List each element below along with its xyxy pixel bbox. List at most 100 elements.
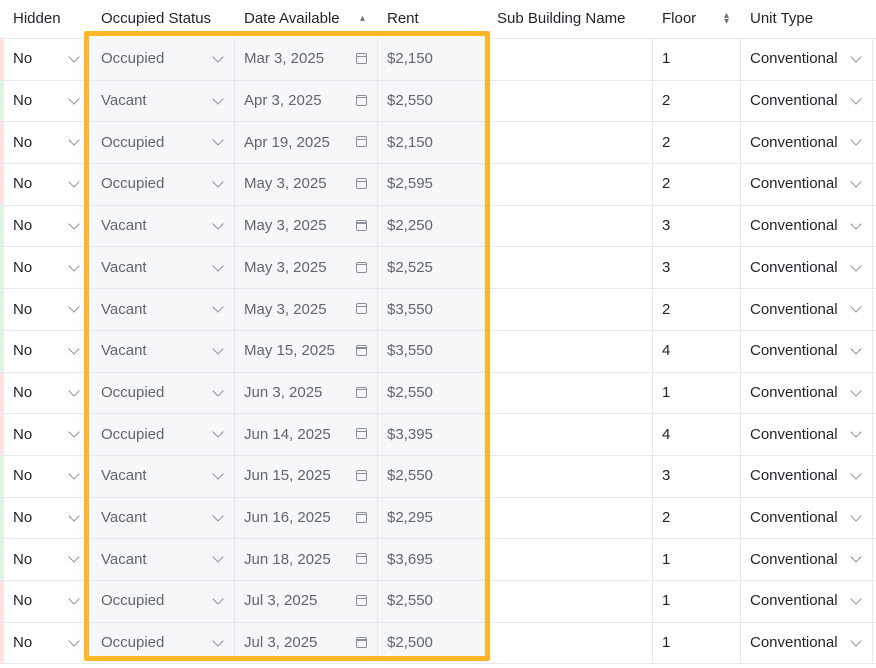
column-header-unit-type[interactable]: Unit Type	[750, 0, 813, 38]
floor-cell[interactable]: 4	[662, 330, 736, 372]
calendar-icon[interactable]	[356, 53, 367, 64]
rent-cell[interactable]: $3,550	[387, 330, 485, 372]
rent-cell[interactable]: $3,695	[387, 538, 485, 580]
sub-building-name-cell[interactable]	[497, 247, 647, 289]
floor-cell[interactable]: 2	[662, 80, 736, 122]
occupied-status-select[interactable]: Vacant	[101, 538, 233, 580]
sub-building-name-cell[interactable]	[497, 455, 647, 497]
unit-type-select[interactable]: Conventional	[750, 163, 855, 205]
column-header-hidden[interactable]: Hidden	[13, 0, 61, 38]
occupied-status-value: Vacant	[101, 550, 147, 568]
sub-building-name-cell[interactable]	[497, 38, 647, 80]
sub-building-name-cell[interactable]	[497, 413, 647, 455]
occupied-status-value: Vacant	[101, 92, 147, 110]
sub-building-name-cell[interactable]	[497, 288, 647, 330]
calendar-icon[interactable]	[356, 303, 367, 315]
occupied-status-select[interactable]: Occupied	[101, 121, 233, 163]
floor-cell[interactable]: 3	[662, 247, 736, 289]
rent-cell[interactable]: $3,550	[387, 288, 485, 330]
calendar-icon[interactable]	[356, 219, 367, 231]
rent-cell[interactable]: $2,550	[387, 455, 485, 497]
calendar-icon[interactable]	[356, 553, 367, 565]
occupied-status-select[interactable]: Occupied	[101, 163, 233, 205]
calendar-icon[interactable]	[356, 344, 367, 356]
unit-type-select[interactable]: Conventional	[750, 497, 855, 539]
rent-cell[interactable]: $2,595	[387, 163, 485, 205]
occupied-status-select[interactable]: Vacant	[101, 288, 233, 330]
rent-cell[interactable]: $2,550	[387, 80, 485, 122]
unit-type-select[interactable]: Conventional	[750, 538, 855, 580]
rent-cell[interactable]: $2,550	[387, 372, 485, 414]
column-header-rent[interactable]: Rent	[387, 0, 419, 38]
unit-type-select[interactable]: Conventional	[750, 622, 855, 664]
rent-cell[interactable]: $2,295	[387, 497, 485, 539]
calendar-icon[interactable]	[356, 94, 367, 106]
sub-building-name-cell[interactable]	[497, 121, 647, 163]
floor-cell[interactable]: 1	[662, 372, 736, 414]
floor-cell[interactable]: 3	[662, 205, 736, 247]
floor-cell[interactable]: 3	[662, 455, 736, 497]
floor-cell[interactable]: 1	[662, 580, 736, 622]
floor-cell[interactable]: 1	[662, 38, 736, 80]
rent-cell[interactable]: $2,525	[387, 247, 485, 289]
floor-cell[interactable]: 4	[662, 413, 736, 455]
column-header-date-available[interactable]: Date Available	[244, 0, 340, 38]
occupied-status-select[interactable]: Occupied	[101, 580, 233, 622]
column-header-floor[interactable]: Floor	[662, 0, 696, 38]
rent-cell[interactable]: $2,250	[387, 205, 485, 247]
floor-value: 1	[662, 50, 671, 68]
column-header-sub-building-name[interactable]: Sub Building Name	[497, 0, 625, 38]
sub-building-name-cell[interactable]	[497, 372, 647, 414]
calendar-icon[interactable]	[356, 595, 367, 607]
hidden-value: No	[13, 425, 33, 443]
status-stripe	[0, 288, 4, 330]
sort-toggle-icon[interactable]: ▴ ▾	[724, 11, 729, 27]
sub-building-name-cell[interactable]	[497, 580, 647, 622]
sort-ascending-icon[interactable]: ▴	[360, 14, 365, 24]
sub-building-name-cell[interactable]	[497, 622, 647, 664]
floor-cell[interactable]: 2	[662, 121, 736, 163]
unit-type-select[interactable]: Conventional	[750, 330, 855, 372]
floor-cell[interactable]: 1	[662, 538, 736, 580]
unit-type-select[interactable]: Conventional	[750, 80, 855, 122]
sub-building-name-cell[interactable]	[497, 205, 647, 247]
calendar-icon[interactable]	[356, 470, 367, 481]
rent-cell[interactable]: $3,395	[387, 413, 485, 455]
calendar-icon[interactable]	[356, 428, 367, 440]
column-divider	[486, 371, 487, 414]
occupied-status-select[interactable]: Occupied	[101, 413, 233, 455]
sub-building-name-cell[interactable]	[497, 497, 647, 539]
unit-type-select[interactable]: Conventional	[750, 247, 855, 289]
table-row: No Vacant Jun 16, 2025 $2,295 2 Conventional	[0, 496, 876, 540]
unit-type-select[interactable]: Conventional	[750, 413, 855, 455]
column-divider	[872, 204, 873, 247]
rent-cell[interactable]: $2,150	[387, 121, 485, 163]
calendar-icon[interactable]	[356, 178, 367, 190]
hidden-value: No	[13, 342, 33, 360]
column-header-occupied-status[interactable]: Occupied Status	[101, 0, 211, 38]
calendar-icon[interactable]	[356, 136, 367, 148]
floor-cell[interactable]: 2	[662, 497, 736, 539]
calendar-icon[interactable]	[356, 261, 367, 273]
unit-type-select[interactable]: Conventional	[750, 38, 855, 80]
floor-cell[interactable]: 1	[662, 622, 736, 664]
calendar-icon[interactable]	[356, 511, 367, 523]
sub-building-name-cell[interactable]	[497, 330, 647, 372]
floor-cell[interactable]: 2	[662, 163, 736, 205]
unit-type-select[interactable]: Conventional	[750, 455, 855, 497]
unit-type-select[interactable]: Conventional	[750, 372, 855, 414]
sub-building-name-cell[interactable]	[497, 80, 647, 122]
sub-building-name-cell[interactable]	[497, 163, 647, 205]
rent-cell[interactable]: $2,150	[387, 38, 485, 80]
unit-type-select[interactable]: Conventional	[750, 205, 855, 247]
calendar-icon[interactable]	[356, 636, 367, 648]
rent-cell[interactable]: $2,550	[387, 580, 485, 622]
sub-building-name-cell[interactable]	[497, 538, 647, 580]
unit-type-select[interactable]: Conventional	[750, 288, 855, 330]
floor-cell[interactable]: 2	[662, 288, 736, 330]
rent-cell[interactable]: $2,500	[387, 622, 485, 664]
unit-type-select[interactable]: Conventional	[750, 580, 855, 622]
column-divider	[652, 621, 653, 664]
calendar-icon[interactable]	[356, 386, 367, 398]
unit-type-select[interactable]: Conventional	[750, 121, 855, 163]
